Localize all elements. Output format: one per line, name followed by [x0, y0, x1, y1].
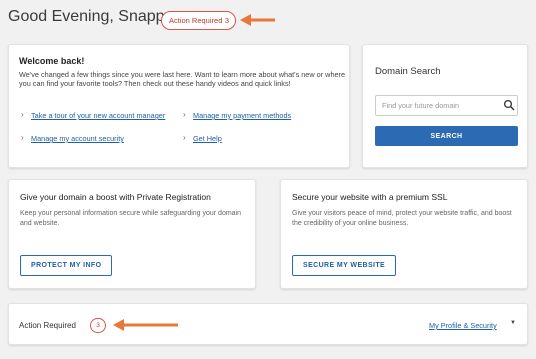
domain-search-title: Domain Search: [375, 66, 441, 77]
secure-my-website-button[interactable]: SECURE MY WEBSITE: [292, 255, 397, 276]
domain-search-card: Domain Search SEARCH: [362, 44, 528, 168]
welcome-card: Welcome back! We've changed a few things…: [8, 44, 350, 168]
action-required-count-badge: 3: [90, 318, 106, 333]
protect-my-info-button[interactable]: PROTECT MY INFO: [20, 255, 113, 276]
caret-down-icon[interactable]: ▼: [510, 320, 516, 326]
domain-search-input[interactable]: [375, 95, 518, 116]
search-button[interactable]: SEARCH: [375, 126, 518, 146]
arrow-annotation-icon: [113, 319, 178, 331]
welcome-title: Welcome back!: [19, 56, 85, 66]
action-required-badge-count: 3: [224, 16, 229, 25]
chevron-right-icon: ›: [21, 110, 24, 119]
ssl-card: Secure your website with a premium SSL G…: [280, 179, 528, 289]
ssl-text: Give your visitors peace of mind, protec…: [292, 210, 512, 227]
search-icon[interactable]: [503, 99, 515, 111]
account-security-link[interactable]: Manage my account security: [31, 134, 124, 143]
arrow-annotation-icon: [240, 14, 275, 26]
private-registration-card: Give your domain a boost with Private Re…: [8, 179, 256, 289]
action-required-label: Action Required: [19, 321, 76, 330]
get-help-link[interactable]: Get Help: [193, 134, 222, 143]
chevron-right-icon: ›: [183, 133, 186, 142]
my-profile-security-link[interactable]: My Profile & Security: [429, 321, 497, 330]
chevron-right-icon: ›: [183, 110, 186, 119]
payment-methods-link[interactable]: Manage my payment methods: [193, 111, 291, 120]
page-title: Good Evening, Snappy: [8, 8, 173, 25]
private-registration-title: Give your domain a boost with Private Re…: [20, 192, 211, 202]
action-required-badge-label: Action Required: [169, 16, 223, 25]
welcome-text: We've changed a few things since you wer…: [19, 70, 346, 89]
action-required-panel[interactable]: Action Required 3 My Profile & Security …: [8, 303, 528, 345]
tour-link[interactable]: Take a tour of your new account manager: [31, 111, 165, 120]
ssl-title: Secure your website with a premium SSL: [292, 192, 448, 202]
chevron-right-icon: ›: [21, 133, 24, 142]
action-required-badge[interactable]: Action Required 3: [161, 11, 236, 30]
private-registration-text: Keep your personal information secure wh…: [20, 210, 242, 227]
